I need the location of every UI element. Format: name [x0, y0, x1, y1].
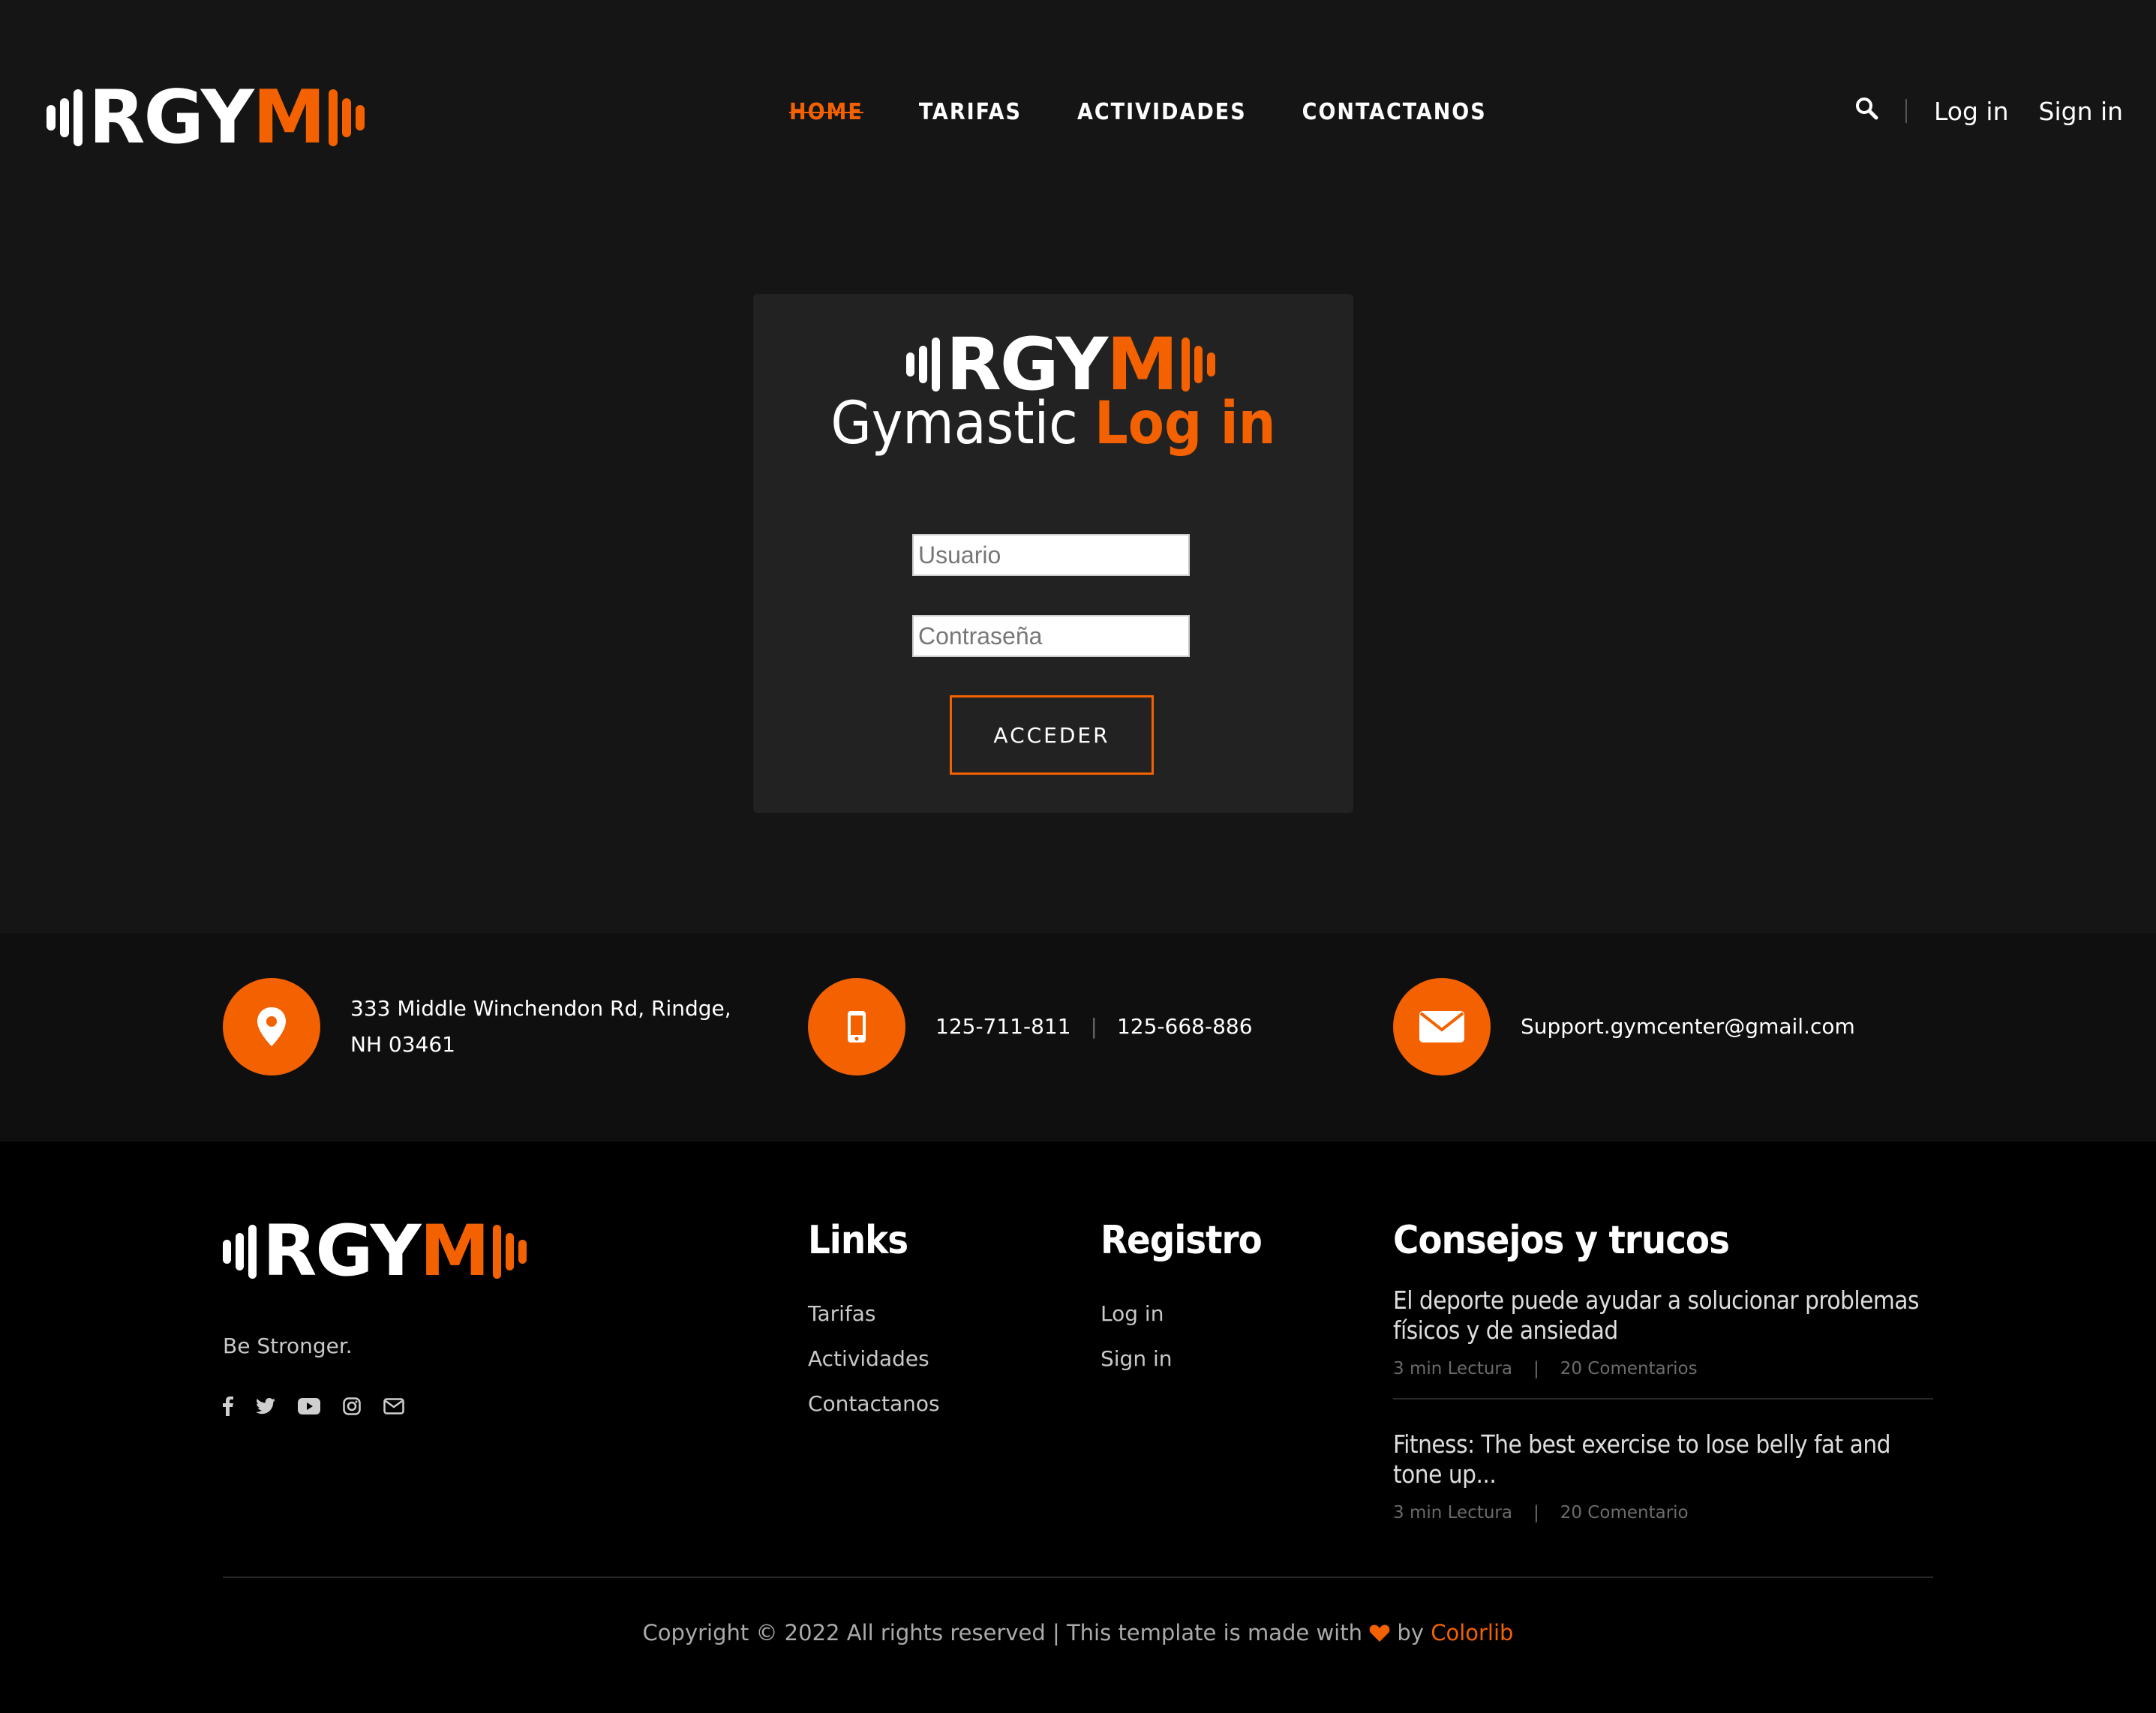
barbell-right-icon: [493, 1225, 527, 1279]
heart-icon: [1369, 1620, 1397, 1646]
phone-2[interactable]: 125-668-886: [1117, 1014, 1253, 1039]
login-title: Gymastic Log in: [753, 390, 1353, 458]
site-footer: RGY M Be Stronger. Links Tarifas Activid…: [0, 1142, 2156, 1713]
tip-post-title[interactable]: Fitness: The best exercise to lose belly…: [1393, 1430, 1933, 1490]
nav-tarifas[interactable]: TARIFAS: [919, 99, 1022, 125]
tip-comments: 20 Comentario: [1560, 1503, 1689, 1522]
tip-post-title[interactable]: El deporte puede ayudar a solucionar pro…: [1393, 1286, 1933, 1346]
footer-link-contactanos[interactable]: Contactanos: [808, 1382, 940, 1426]
phone-1[interactable]: 125-711-811: [935, 1014, 1071, 1039]
tip-post-meta: 3 min Lectura | 20 Comentarios: [1393, 1359, 1933, 1378]
map-pin-icon: [223, 978, 320, 1076]
header-signin-link[interactable]: Sign in: [2039, 97, 2124, 126]
tip-read-time: 3 min Lectura: [1393, 1359, 1512, 1378]
barbell-left-icon: [47, 89, 83, 146]
username-input[interactable]: [912, 534, 1190, 576]
page-top: RGY M HOME TARIFAS ACTIVIDADES CONTACTAN…: [0, 0, 2156, 933]
search-icon[interactable]: [1854, 96, 1878, 126]
footer-link-actividades[interactable]: Actividades: [808, 1336, 940, 1382]
header-login-link[interactable]: Log in: [1934, 97, 2009, 126]
nav-actividades[interactable]: ACTIVIDADES: [1077, 99, 1247, 125]
tip-comments: 20 Comentarios: [1560, 1359, 1698, 1378]
nav-home[interactable]: HOME: [789, 99, 863, 125]
login-card: RGY M Gymastic Log in ACCEDER: [753, 294, 1353, 813]
footer-tagline: Be Stronger.: [223, 1334, 353, 1358]
header-logo[interactable]: RGY M: [47, 81, 365, 154]
copyright-text: Copyright © 2022 All rights reserved | T…: [642, 1620, 1362, 1646]
barbell-right-icon: [1181, 338, 1215, 392]
tip-meta-separator: |: [1533, 1359, 1539, 1378]
nav-contactanos[interactable]: CONTACTANOS: [1302, 99, 1487, 125]
social-links: [223, 1396, 404, 1416]
colorlib-link[interactable]: Colorlib: [1431, 1620, 1513, 1646]
tip-read-time: 3 min Lectura: [1393, 1503, 1512, 1522]
tip-meta-separator: |: [1533, 1503, 1539, 1522]
logo-text-white: RGY: [89, 75, 254, 160]
tip-divider: [1393, 1398, 1933, 1400]
copyright: Copyright © 2022 All rights reserved | T…: [0, 1620, 2156, 1646]
copyright-by: by: [1397, 1620, 1424, 1646]
header-divider: [1905, 99, 1907, 123]
instagram-icon[interactable]: [343, 1397, 361, 1415]
footer-logo[interactable]: RGY M: [223, 1216, 527, 1287]
logo-text-white: RGY: [263, 1210, 422, 1292]
tip-post: Fitness: The best exercise to lose belly…: [1393, 1430, 1933, 1522]
tip-post-meta: 3 min Lectura | 20 Comentario: [1393, 1503, 1933, 1522]
header-actions: Log in Sign in: [1854, 96, 2123, 126]
login-title-accent: Log in: [1095, 390, 1276, 458]
address-text: 333 Middle Winchendon Rd, Rindge, NH 034…: [350, 991, 731, 1063]
contact-strip: 333 Middle Winchendon Rd, Rindge, NH 034…: [0, 933, 2156, 1142]
barbell-left-icon: [223, 1225, 257, 1279]
barbell-left-icon: [906, 338, 940, 392]
acceder-button[interactable]: ACCEDER: [950, 695, 1154, 775]
email-text[interactable]: Support.gymcenter@gmail.com: [1521, 1009, 1855, 1045]
phone-text: 125-711-811 | 125-668-886: [935, 1009, 1253, 1045]
mail-icon[interactable]: [383, 1398, 404, 1414]
address-line1: 333 Middle Winchendon Rd, Rindge,: [350, 996, 731, 1021]
footer-tips-title: Consejos y trucos: [1393, 1218, 1730, 1263]
phone-separator: |: [1090, 1014, 1098, 1039]
footer-registro-list: Log in Sign in: [1101, 1292, 1173, 1382]
contact-address: 333 Middle Winchendon Rd, Rindge, NH 034…: [223, 978, 731, 1076]
footer-link-signin[interactable]: Sign in: [1101, 1336, 1173, 1382]
facebook-icon[interactable]: [223, 1396, 233, 1416]
login-title-text: Gymastic: [830, 390, 1078, 458]
logo-text-orange: M: [252, 75, 326, 160]
tip-post: El deporte puede ayudar a solucionar pro…: [1393, 1286, 1933, 1378]
footer-link-login[interactable]: Log in: [1101, 1292, 1173, 1336]
mobile-phone-icon: [808, 978, 905, 1076]
logo-text-orange: M: [419, 1210, 491, 1292]
barbell-right-icon: [329, 89, 365, 146]
contact-phone: 125-711-811 | 125-668-886: [808, 978, 1253, 1076]
address-line2: NH 03461: [350, 1032, 455, 1057]
footer-registro-title: Registro: [1101, 1218, 1263, 1263]
tips-list: El deporte puede ayudar a solucionar pro…: [1393, 1286, 1933, 1522]
youtube-icon[interactable]: [298, 1398, 320, 1414]
twitter-icon[interactable]: [256, 1398, 275, 1414]
footer-links-list: Tarifas Actividades Contactanos: [808, 1292, 940, 1426]
main-nav: HOME TARIFAS ACTIVIDADES CONTACTANOS: [789, 99, 1487, 125]
footer-links-title: Links: [808, 1218, 908, 1263]
contact-email: Support.gymcenter@gmail.com: [1393, 978, 1855, 1076]
footer-link-tarifas[interactable]: Tarifas: [808, 1292, 940, 1336]
envelope-icon: [1393, 978, 1491, 1076]
password-input[interactable]: [912, 615, 1190, 657]
footer-divider: [223, 1576, 1933, 1578]
